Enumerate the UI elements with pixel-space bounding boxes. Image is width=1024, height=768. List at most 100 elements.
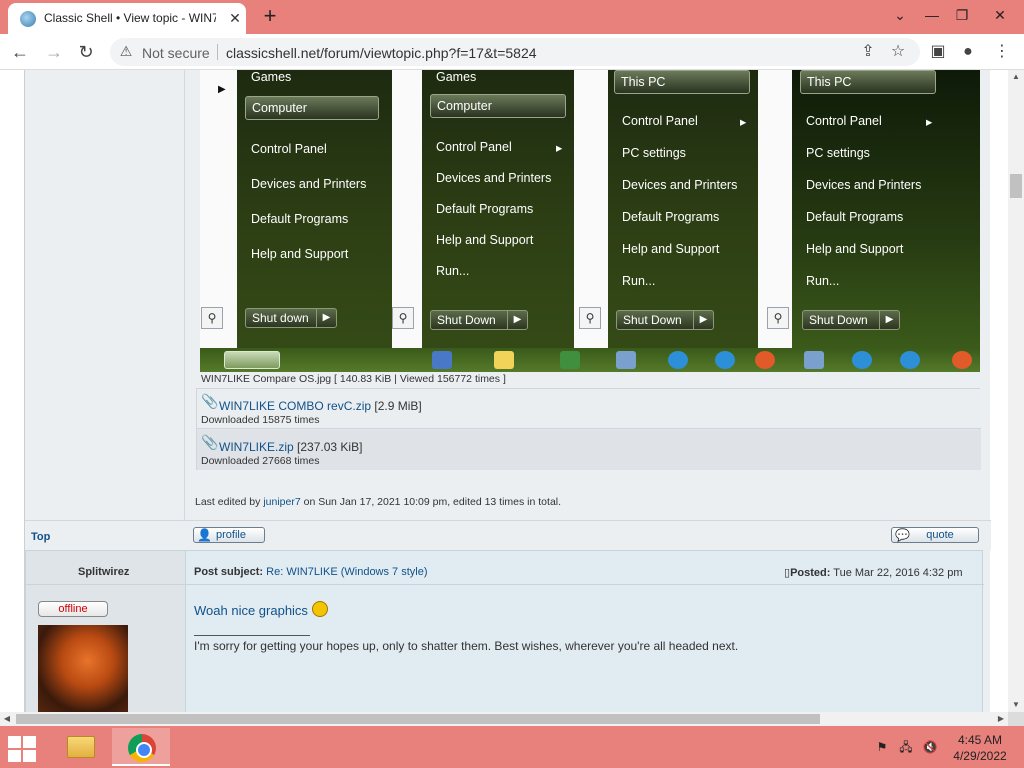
star-icon[interactable]: ☆ xyxy=(886,40,910,64)
menu-item: Default Programs xyxy=(622,210,720,224)
scroll-thumb[interactable] xyxy=(16,714,820,724)
attachment-row: 📎 WIN7LIKE.zip [237.03 KiB] Downloaded 2… xyxy=(197,430,981,470)
start-menu-panel-4: This PC Control Panel ▸ PC settings Devic… xyxy=(792,70,980,348)
forum-post: Splitwirez Post subject: Re: WIN7LIKE (W… xyxy=(25,550,984,712)
search-icon: ⚲ xyxy=(201,307,223,329)
post-body: Woah nice graphics xyxy=(194,601,328,618)
vertical-scrollbar[interactable]: ▲ ▼ xyxy=(1008,70,1024,712)
post-author-column xyxy=(25,70,185,550)
system-clock[interactable]: 4:45 AM 4/29/2022 xyxy=(950,732,1010,764)
security-label[interactable]: Not secure xyxy=(142,45,210,61)
ie-icon xyxy=(900,351,920,369)
menu-icon[interactable]: ⋮ xyxy=(990,40,1014,64)
ie-icon xyxy=(852,351,872,369)
post-subject-link[interactable]: Re: WIN7LIKE (Windows 7 style) xyxy=(266,566,427,578)
scroll-right-arrow-icon[interactable]: ▶ xyxy=(994,712,1008,726)
minimize-button[interactable]: — xyxy=(918,4,946,26)
quote-button[interactable]: 💬 quote xyxy=(891,527,979,543)
horizontal-scrollbar[interactable]: ◀ ▶ xyxy=(0,712,1008,726)
tab-strip: Classic Shell • View topic - WIN7LIKE (W… xyxy=(0,0,1024,34)
attached-image[interactable]: ⚲ ▶ Games Computer Control Panel Devices… xyxy=(200,70,980,372)
flag-icon[interactable]: ⚑ xyxy=(874,740,890,754)
volume-muted-icon[interactable]: 🔇 xyxy=(922,740,938,754)
top-link[interactable]: Top xyxy=(31,531,50,543)
attachment-link[interactable]: WIN7LIKE COMBO revC.zip [2.9 MiB] xyxy=(219,399,422,413)
post-footer: Top 👤 profile 💬 quote xyxy=(25,520,991,550)
taskbar-file-explorer[interactable] xyxy=(50,728,108,766)
url-text[interactable]: classicshell.net/forum/viewtopic.php?f=1… xyxy=(226,45,537,61)
share-icon[interactable]: ⇪ xyxy=(856,40,880,64)
smiley-icon xyxy=(311,601,328,617)
sidebar-icon[interactable]: ▣ xyxy=(926,40,950,64)
reload-button[interactable]: ↻ xyxy=(74,40,98,64)
scroll-down-arrow-icon[interactable]: ▼ xyxy=(1008,698,1024,712)
folder-icon xyxy=(67,736,95,758)
start-menu-panel-2: Games Computer Control Panel ▸ Devices an… xyxy=(422,70,574,348)
arrow-icon: ▶ xyxy=(693,311,713,329)
menu-item: Run... xyxy=(436,264,470,278)
avatar[interactable] xyxy=(38,625,128,712)
omnibox-divider xyxy=(217,44,218,60)
network-icon[interactable]: 🖧 xyxy=(898,740,914,754)
menu-item: Devices and Printers xyxy=(622,178,738,192)
browser-tab[interactable]: Classic Shell • View topic - WIN7LIKE (W… xyxy=(8,3,246,34)
new-tab-button[interactable]: + xyxy=(258,5,282,28)
menu-item: Default Programs xyxy=(251,212,349,226)
search-icon: ⚲ xyxy=(767,307,789,329)
post-author[interactable]: Splitwirez xyxy=(78,566,129,578)
tab-title: Classic Shell • View topic - WIN7LIKE (W… xyxy=(44,11,216,25)
shutdown-button: Shut down ▶ xyxy=(245,308,337,328)
restore-button[interactable]: ❐ xyxy=(948,4,976,26)
menu-item: Control Panel ▸ xyxy=(806,114,933,129)
post-subject: Post subject: Re: WIN7LIKE (Windows 7 st… xyxy=(194,566,428,578)
close-window-button[interactable]: ✕ xyxy=(986,4,1014,26)
warning-icon[interactable]: ⚠ xyxy=(118,43,134,59)
post-header: Splitwirez Post subject: Re: WIN7LIKE (W… xyxy=(26,551,984,585)
folder-icon xyxy=(494,351,514,369)
attachment-row: 📎 WIN7LIKE COMBO revC.zip [2.9 MiB] Down… xyxy=(197,389,981,429)
tab-close-button[interactable]: ✕ xyxy=(226,9,244,27)
menu-item-games: Games xyxy=(436,70,477,84)
start-button[interactable] xyxy=(6,734,38,762)
attachments-box: 📎 WIN7LIKE COMBO revC.zip [2.9 MiB] Down… xyxy=(196,388,981,470)
user-icon: 👤 xyxy=(197,528,212,542)
menu-item: PC settings xyxy=(622,146,686,160)
firefox-icon xyxy=(952,351,972,369)
back-button[interactable]: ← xyxy=(8,40,32,64)
menu-item: Default Programs xyxy=(436,202,534,216)
start-orb-icon xyxy=(224,351,280,369)
shutdown-button: Shut Down ▶ xyxy=(802,310,900,330)
firefox-icon xyxy=(755,351,775,369)
browser-toolbar: ← → ↻ ⚠ Not secure classicshell.net/foru… xyxy=(0,34,1024,70)
arrow-icon: ▸ xyxy=(740,115,747,129)
search-icon: ⚲ xyxy=(579,307,601,329)
profile-icon[interactable]: ● xyxy=(956,40,980,64)
address-bar[interactable]: ⚠ Not secure classicshell.net/forum/view… xyxy=(110,38,920,66)
forward-button[interactable]: → xyxy=(42,40,66,64)
menu-item: Devices and Printers xyxy=(251,177,367,191)
menu-item: PC settings xyxy=(806,146,870,160)
arrow-icon: ▶ xyxy=(218,84,226,95)
post-date: ▯Posted: Tue Mar 22, 2016 4:32 pm xyxy=(784,567,963,579)
arrow-icon: ▸ xyxy=(926,115,933,129)
last-edited-notice: Last edited by juniper7 on Sun Jan 17, 2… xyxy=(195,496,562,508)
menu-item-computer: Computer xyxy=(245,96,379,120)
taskbar-chrome[interactable] xyxy=(112,728,170,766)
ie-icon xyxy=(668,351,688,369)
attachment-link[interactable]: WIN7LIKE.zip [237.03 KiB] xyxy=(219,440,362,454)
clock-date: 4/29/2022 xyxy=(953,749,1007,763)
editor-link[interactable]: juniper7 xyxy=(263,496,300,508)
forum-content: ⚲ ▶ Games Computer Control Panel Devices… xyxy=(24,70,991,712)
scroll-left-arrow-icon[interactable]: ◀ xyxy=(0,712,14,726)
menu-item-computer: Computer xyxy=(430,94,566,118)
arrow-icon: ▶ xyxy=(316,309,336,327)
menu-item: Devices and Printers xyxy=(436,171,552,185)
scroll-up-arrow-icon[interactable]: ▲ xyxy=(1008,70,1024,84)
profile-button[interactable]: 👤 profile xyxy=(193,527,265,543)
menu-item: Default Programs xyxy=(806,210,904,224)
tab-search-button[interactable]: ⌄ xyxy=(886,4,914,26)
window-icon xyxy=(804,351,824,369)
signature-divider xyxy=(194,635,310,636)
menu-item: Control Panel xyxy=(251,142,327,156)
scroll-thumb[interactable] xyxy=(1010,174,1022,198)
